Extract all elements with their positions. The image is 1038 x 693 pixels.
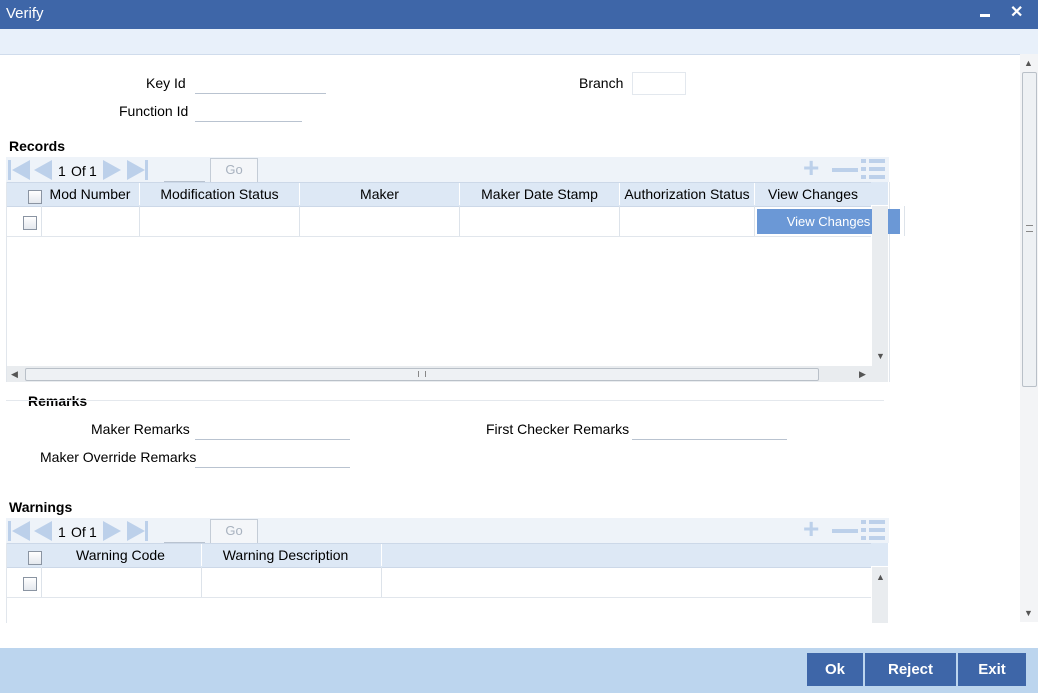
warnings-page-input[interactable] — [164, 521, 205, 543]
records-header-filler — [871, 182, 888, 205]
row-checkbox[interactable] — [23, 216, 37, 230]
prev-page-icon[interactable] — [34, 521, 52, 541]
cell-divider — [299, 206, 300, 236]
warnings-header-filler — [871, 543, 888, 566]
cell-divider — [41, 567, 42, 597]
horizontal-scroll-thumb[interactable] — [25, 368, 819, 381]
warnings-section-title: Warnings — [9, 499, 73, 515]
page-scroll-down-icon[interactable]: ▼ — [1024, 608, 1033, 618]
records-vertical-scrollbar[interactable] — [872, 206, 888, 366]
records-col-maker-date-stamp[interactable]: Maker Date Stamp — [460, 183, 619, 206]
scroll-right-icon[interactable]: ▶ — [859, 369, 866, 380]
single-view-icon[interactable] — [861, 520, 885, 542]
warnings-page-current: 1 — [58, 524, 66, 540]
records-col-maker[interactable]: Maker — [300, 183, 459, 206]
delete-row-icon[interactable] — [832, 529, 858, 533]
maker-remarks-label: Maker Remarks — [91, 421, 190, 437]
next-page-icon[interactable] — [103, 521, 121, 541]
scroll-up-icon[interactable]: ▲ — [876, 572, 885, 582]
maker-override-remarks-label: Maker Override Remarks — [40, 449, 197, 465]
minimize-icon[interactable] — [980, 4, 990, 17]
subheader-bar — [0, 29, 1038, 55]
window-title: Verify — [6, 5, 44, 22]
warnings-go-button[interactable]: Go — [210, 519, 258, 544]
table-row — [7, 567, 871, 598]
cell-divider — [139, 206, 140, 236]
cell-divider — [619, 206, 620, 236]
function-id-label: Function Id — [119, 103, 189, 119]
branch-label: Branch — [579, 75, 624, 91]
header-divider — [381, 544, 382, 566]
records-page-total: 1 — [89, 163, 97, 179]
maker-override-remarks-input[interactable] — [195, 447, 350, 468]
records-col-authorization-status[interactable]: Authorization Status — [620, 183, 754, 206]
scroll-down-icon[interactable]: ▼ — [876, 351, 885, 361]
cell-divider — [904, 206, 905, 236]
maker-remarks-input[interactable] — [195, 419, 350, 440]
branch-input[interactable] — [632, 72, 686, 95]
close-icon[interactable]: ✕ — [1010, 2, 1023, 22]
exit-button[interactable]: Exit — [958, 653, 1026, 686]
single-view-icon[interactable] — [861, 159, 885, 181]
ok-button[interactable]: Ok — [807, 653, 863, 686]
delete-row-icon[interactable] — [832, 168, 858, 172]
records-col-modification-status[interactable]: Modification Status — [140, 183, 299, 206]
first-checker-remarks-input[interactable] — [632, 419, 787, 440]
add-row-icon[interactable]: + — [803, 515, 819, 543]
prev-page-icon[interactable] — [34, 160, 52, 180]
page-scroll-up-icon[interactable]: ▲ — [1024, 58, 1033, 68]
row-divider — [7, 597, 871, 598]
warnings-col-warning-code[interactable]: Warning Code — [40, 544, 201, 567]
first-checker-remarks-label: First Checker Remarks — [486, 421, 630, 437]
reject-button[interactable]: Reject — [865, 653, 956, 686]
remarks-divider — [6, 400, 884, 401]
row-checkbox[interactable] — [23, 577, 37, 591]
function-id-input[interactable] — [195, 101, 302, 122]
page-scroll-thumb[interactable] — [1022, 72, 1037, 387]
records-page-current: 1 — [58, 163, 66, 179]
warnings-col-warning-description[interactable]: Warning Description — [202, 544, 369, 567]
warnings-page-total: 1 — [89, 524, 97, 540]
records-go-button[interactable]: Go — [210, 158, 258, 183]
records-section-title: Records — [9, 138, 66, 154]
key-id-input[interactable] — [195, 73, 326, 94]
records-col-mod-number[interactable]: Mod Number — [40, 183, 140, 206]
records-page-of: Of — [71, 163, 86, 179]
key-id-label: Key Id — [146, 75, 186, 91]
next-page-icon[interactable] — [103, 160, 121, 180]
cell-divider — [754, 206, 755, 236]
records-page-input[interactable] — [164, 160, 205, 182]
cell-divider — [381, 567, 382, 597]
cell-divider — [459, 206, 460, 236]
title-bar — [0, 0, 1038, 29]
warnings-page-of: Of — [71, 524, 86, 540]
cell-divider — [41, 206, 42, 236]
records-col-view-changes[interactable]: View Changes — [755, 183, 871, 206]
cell-divider — [201, 567, 202, 597]
row-divider — [7, 236, 871, 237]
scroll-left-icon[interactable]: ◀ — [11, 369, 18, 380]
add-row-icon[interactable]: + — [803, 154, 819, 182]
remarks-section-title: Remarks — [28, 393, 88, 409]
